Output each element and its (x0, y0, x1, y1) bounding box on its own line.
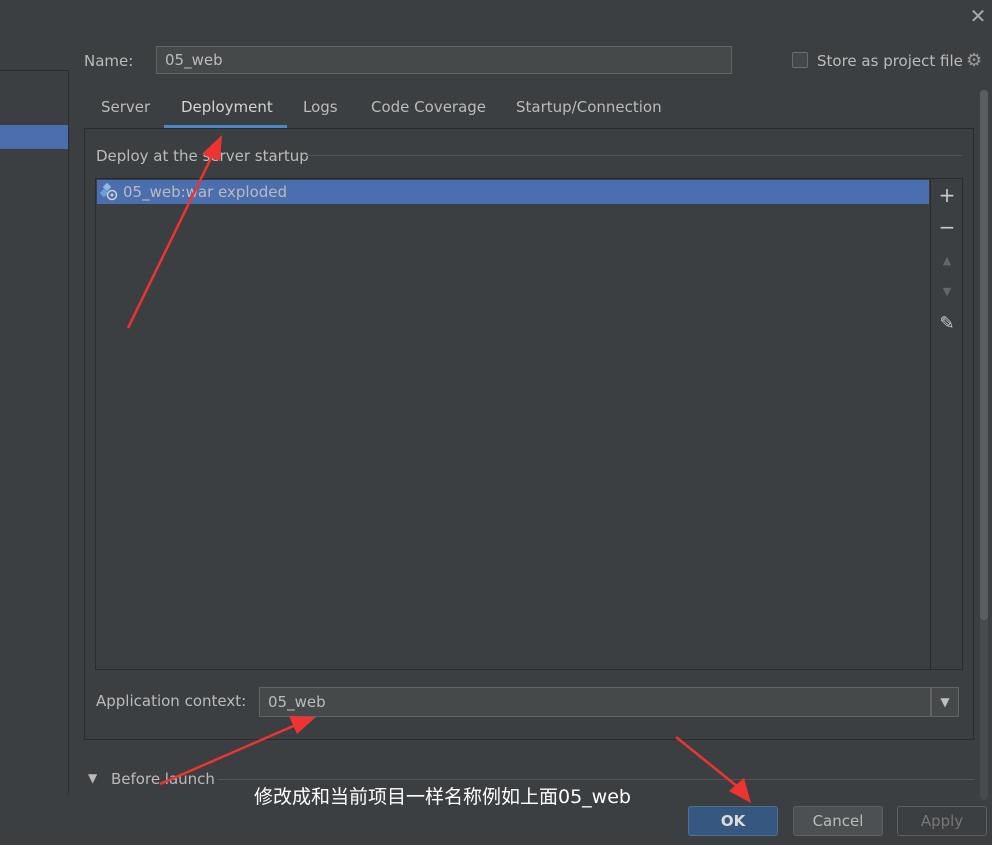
list-item-label: 05_web:war exploded (123, 183, 288, 201)
chevron-down-icon[interactable]: ▼ (931, 687, 959, 717)
edit-icon[interactable]: ✎ (936, 313, 958, 335)
name-label: Name: (84, 52, 134, 70)
application-context-label: Application context: (96, 692, 247, 710)
annotation-arrow-head (729, 778, 751, 803)
name-input[interactable]: 05_web (156, 46, 732, 74)
apply-button[interactable]: Apply (897, 806, 987, 836)
ok-button[interactable]: OK (688, 806, 778, 836)
application-context-input[interactable]: 05_web (259, 687, 931, 717)
move-down-icon[interactable]: ▼ (936, 281, 958, 303)
tab-logs[interactable]: Logs (303, 98, 338, 128)
collapse-arrow-icon[interactable]: ▼ (88, 771, 97, 785)
store-as-project-file-label[interactable]: Store as project file (817, 52, 963, 70)
add-icon[interactable]: + (936, 184, 958, 206)
close-icon[interactable]: ✕ (968, 6, 988, 26)
scrollbar-thumb[interactable] (980, 90, 988, 620)
annotation-text: 修改成和当前项目一样名称例如上面05_web (254, 786, 631, 808)
config-tree-selected-item[interactable] (0, 125, 68, 149)
tab-startup-connection[interactable]: Startup/Connection (516, 98, 662, 128)
gear-icon[interactable]: ⚙ (966, 50, 982, 71)
before-launch-label[interactable]: Before launch (111, 770, 215, 788)
tab-server[interactable]: Server (101, 98, 150, 128)
artifact-list[interactable] (95, 178, 931, 670)
deploy-section-title: Deploy at the server startup (96, 147, 309, 165)
section-divider (306, 155, 962, 156)
remove-icon[interactable]: − (936, 216, 958, 238)
tab-code-coverage[interactable]: Code Coverage (371, 98, 486, 128)
tab-deployment[interactable]: Deployment (181, 98, 273, 128)
cancel-button[interactable]: Cancel (793, 806, 883, 836)
config-tree-panel (0, 70, 69, 793)
section-divider (218, 779, 974, 780)
artifact-icon (100, 183, 118, 201)
store-as-project-file-checkbox[interactable] (792, 52, 808, 68)
move-up-icon[interactable]: ▲ (936, 250, 958, 272)
